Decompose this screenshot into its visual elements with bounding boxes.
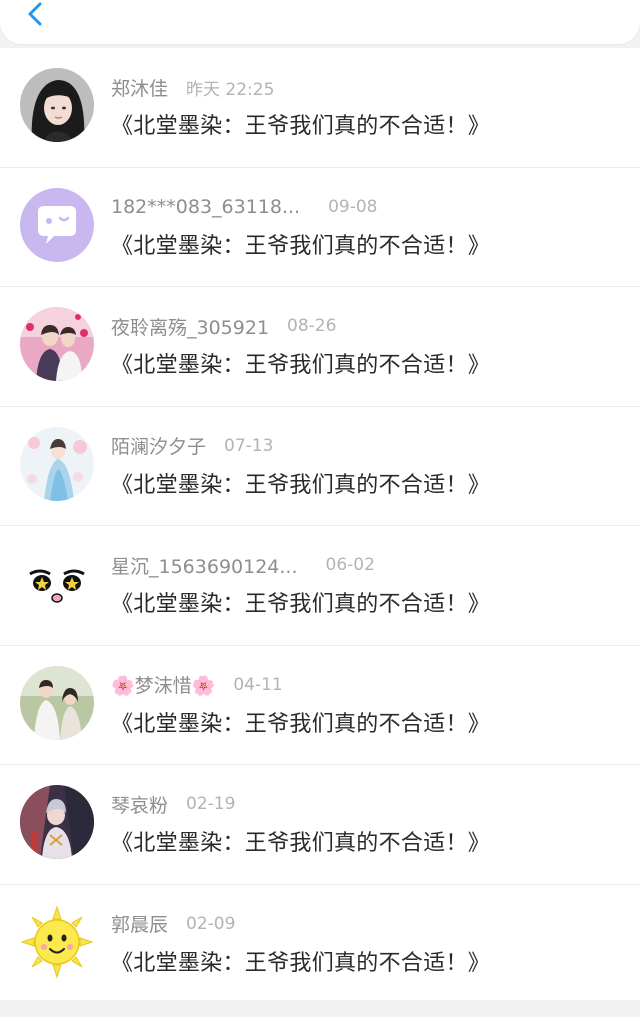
top-bar	[0, 0, 640, 44]
timestamp: 07-13	[224, 435, 274, 456]
book-title[interactable]: 《北堂墨染：王爷我们真的不合适！》	[111, 586, 490, 618]
timestamp: 06-02	[325, 555, 375, 575]
list-item[interactable]: 夜聆离殇_305921 08-26 《北堂墨染：王爷我们真的不合适！》	[0, 287, 640, 407]
avatar[interactable]	[20, 665, 94, 740]
reader-list: 郑沐佳 昨天 22:25 《北堂墨染：王爷我们真的不合适！》 182***083…	[0, 48, 640, 1000]
user-name[interactable]: 郑沐佳	[111, 74, 168, 101]
list-item[interactable]: 郭晨辰 02-09 《北堂墨染：王爷我们真的不合适！》	[0, 885, 640, 1005]
user-name[interactable]: 182***083_63118...	[111, 196, 300, 218]
timestamp: 08-26	[287, 316, 337, 336]
chevron-left-icon	[28, 2, 42, 26]
back-button[interactable]	[18, 0, 52, 30]
list-item[interactable]: 琴哀粉 02-19 《北堂墨染：王爷我们真的不合适！》	[0, 765, 640, 885]
timestamp: 04-11	[233, 674, 283, 695]
user-name[interactable]: 郭晨辰	[111, 910, 168, 937]
avatar[interactable]	[20, 187, 94, 262]
timestamp: 昨天 22:25	[186, 79, 275, 100]
user-name[interactable]: 🌸梦沫惜🌸	[111, 671, 215, 698]
avatar[interactable]	[20, 904, 94, 979]
book-title[interactable]: 《北堂墨染：王爷我们真的不合适！》	[111, 706, 490, 738]
list-item[interactable]: 182***083_63118... 09-08 《北堂墨染：王爷我们真的不合适…	[0, 168, 640, 287]
avatar[interactable]	[20, 68, 94, 142]
user-name[interactable]: 陌澜汐夕子	[111, 432, 206, 459]
user-name[interactable]: 夜聆离殇_305921	[111, 313, 269, 340]
avatar[interactable]	[20, 546, 94, 620]
list-item[interactable]: 星沉_1563690124... 06-02 《北堂墨染：王爷我们真的不合适！》	[0, 526, 640, 646]
avatar[interactable]	[20, 307, 94, 381]
book-title[interactable]: 《北堂墨染：王爷我们真的不合适！》	[111, 347, 490, 379]
list-item[interactable]: 陌澜汐夕子 07-13 《北堂墨染：王爷我们真的不合适！》	[0, 407, 640, 526]
book-title[interactable]: 《北堂墨染：王爷我们真的不合适！》	[111, 825, 490, 857]
bottom-spacer	[0, 1000, 640, 1017]
timestamp: 02-19	[186, 794, 236, 814]
timestamp: 02-09	[186, 913, 236, 934]
book-title[interactable]: 《北堂墨染：王爷我们真的不合适！》	[111, 108, 490, 140]
book-title[interactable]: 《北堂墨染：王爷我们真的不合适！》	[111, 228, 490, 260]
book-title[interactable]: 《北堂墨染：王爷我们真的不合适！》	[111, 467, 490, 499]
book-title[interactable]: 《北堂墨染：王爷我们真的不合适！》	[111, 945, 490, 977]
timestamp: 09-08	[328, 196, 378, 217]
user-name[interactable]: 琴哀粉	[111, 791, 168, 818]
list-item[interactable]: 🌸梦沫惜🌸 04-11 《北堂墨染：王爷我们真的不合适！》	[0, 646, 640, 765]
user-name[interactable]: 星沉_1563690124...	[111, 552, 298, 579]
avatar[interactable]	[20, 785, 94, 859]
list-item[interactable]: 郑沐佳 昨天 22:25 《北堂墨染：王爷我们真的不合适！》	[0, 48, 640, 168]
avatar[interactable]	[20, 426, 94, 501]
